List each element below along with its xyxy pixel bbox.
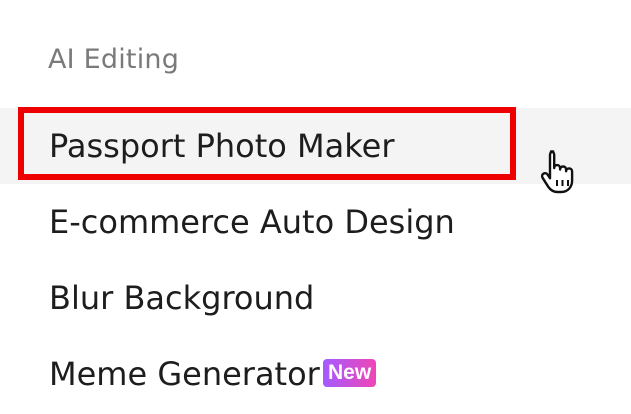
new-badge: New [323,359,377,387]
ai-editing-menu: AI Editing Passport Photo Maker E-commer… [0,0,631,414]
menu-item-passport-photo-maker[interactable]: Passport Photo Maker [0,108,631,184]
menu-item-label: Meme Generator [49,355,320,393]
menu-item-label: E-commerce Auto Design [49,203,455,241]
menu-item-blur-background[interactable]: Blur Background [0,260,631,336]
hand-pointer-icon [540,150,574,194]
section-title: AI Editing [48,44,180,75]
menu-item-label: Blur Background [49,279,315,317]
menu-item-meme-generator[interactable]: Meme Generator New [0,336,631,412]
menu-item-label: Passport Photo Maker [49,127,395,165]
menu-item-ecommerce-auto-design[interactable]: E-commerce Auto Design [0,184,631,260]
